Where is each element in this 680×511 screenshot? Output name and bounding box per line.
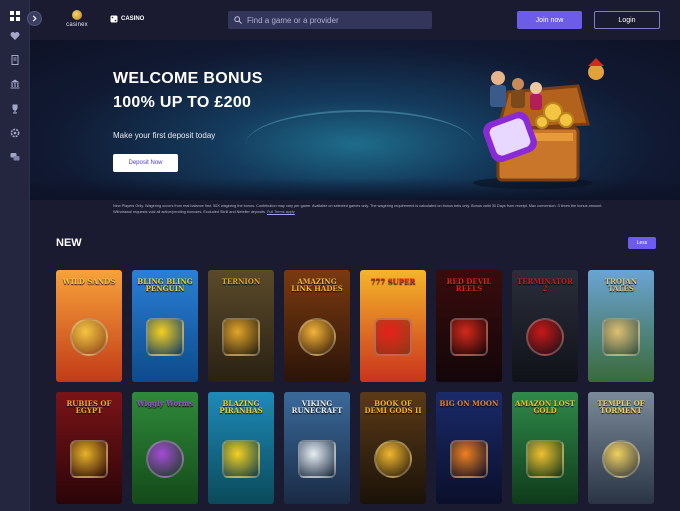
game-title: TEMPLE OF TORMENT: [597, 399, 645, 415]
chat-icon[interactable]: [8, 151, 22, 163]
game-tile[interactable]: Wiggly Worms: [132, 392, 198, 504]
top-bar: casinex CASINO Join now Login: [30, 0, 680, 40]
game-artwork: [450, 440, 488, 478]
game-artwork: [526, 318, 564, 356]
game-title: BIG ON MOON: [439, 399, 499, 408]
game-artwork: [222, 318, 260, 356]
game-tile[interactable]: AMAZON LOST GOLD: [512, 392, 578, 504]
trophy-icon[interactable]: [8, 103, 22, 115]
game-artwork: [602, 440, 640, 478]
full-terms-link[interactable]: Full Terms apply: [267, 210, 295, 214]
game-title: BLING BLING PENGUIN: [137, 277, 193, 293]
new-games-heading: NEW: [56, 237, 82, 249]
game-title: TERMINATOR 2: [517, 277, 573, 293]
game-tile[interactable]: TERMINATOR 2: [512, 270, 578, 382]
game-tile[interactable]: BOOK OF DEMI GODS II: [360, 392, 426, 504]
bank-icon[interactable]: [8, 78, 22, 90]
game-tile[interactable]: BIG ON MOON: [436, 392, 502, 504]
banner-arch-decoration: [245, 110, 475, 180]
game-tile[interactable]: BLAZING PIRANHAS: [208, 392, 274, 504]
game-tile[interactable]: TEMPLE OF TORMENT: [588, 392, 654, 504]
brand-logo[interactable]: casinex: [60, 10, 94, 32]
grid-icon[interactable]: [8, 10, 22, 22]
casino-nav-label: CASINO: [121, 16, 145, 22]
game-artwork: [374, 440, 412, 478]
welcome-bonus-banner: WELCOME BONUS 100% UP TO £200 Make your …: [30, 40, 680, 200]
game-tile[interactable]: AMAZING LINK HADES: [284, 270, 350, 382]
banner-offer: 100% UP TO £200: [113, 94, 252, 111]
game-title: BLAZING PIRANHAS: [219, 399, 263, 415]
game-title: Wiggly Worms: [136, 399, 194, 408]
game-artwork: [70, 318, 108, 356]
game-artwork: [602, 318, 640, 356]
terms-text: New Players Only. Wagering occurs from r…: [113, 204, 603, 214]
banner-title: WELCOME BONUS: [113, 70, 263, 87]
bonus-terms: New Players Only. Wagering occurs from r…: [113, 203, 605, 215]
game-artwork: [374, 318, 412, 356]
game-artwork: [70, 440, 108, 478]
game-title: AMAZING LINK HADES: [291, 277, 343, 293]
casino-nav-link[interactable]: CASINO: [110, 15, 144, 23]
game-artwork: [146, 318, 184, 356]
search-bar[interactable]: [228, 11, 432, 29]
search-input[interactable]: [247, 15, 427, 25]
game-title: BOOK OF DEMI GODS II: [364, 399, 422, 415]
deposit-now-button[interactable]: Deposit Now: [113, 154, 178, 172]
game-title: VIKING RUNECRAFT: [291, 399, 343, 415]
game-title: TERNION: [221, 277, 261, 286]
game-artwork: [526, 440, 564, 478]
login-button[interactable]: Login: [594, 11, 660, 29]
game-tile[interactable]: RED DEVIL REELS: [436, 270, 502, 382]
sidebar-toggle-button[interactable]: [27, 11, 42, 26]
join-now-button[interactable]: Join now: [517, 11, 582, 29]
game-artwork: [450, 318, 488, 356]
search-icon: [234, 16, 242, 24]
coin-icon: [72, 10, 82, 20]
show-less-button[interactable]: Less: [628, 237, 656, 249]
game-tile[interactable]: RUBIES OF EGYPT: [56, 392, 122, 504]
game-artwork: [146, 440, 184, 478]
game-tile[interactable]: BLING BLING PENGUIN: [132, 270, 198, 382]
game-title: 777 SUPER: [370, 277, 416, 286]
game-tile[interactable]: VIKING RUNECRAFT: [284, 392, 350, 504]
game-tile[interactable]: TROJAN TALES: [588, 270, 654, 382]
document-icon[interactable]: [8, 54, 22, 66]
game-artwork: [222, 440, 260, 478]
settings-icon[interactable]: [8, 127, 22, 139]
game-title: TROJAN TALES: [604, 277, 638, 293]
game-title: WILD SANDS: [62, 277, 116, 286]
brand-name: casinex: [66, 22, 88, 28]
sidebar: [0, 0, 30, 511]
heart-icon[interactable]: [8, 30, 22, 42]
game-title: AMAZON LOST GOLD: [515, 399, 575, 415]
game-title: RED DEVIL REELS: [446, 277, 492, 293]
game-artwork: [298, 318, 336, 356]
treasure-chest-illustration: [473, 58, 604, 189]
banner-subtitle: Make your first deposit today: [113, 131, 216, 140]
chevron-right-icon: [32, 15, 37, 22]
dice-icon: [110, 15, 118, 23]
game-tile[interactable]: WILD SANDS: [56, 270, 122, 382]
game-tile[interactable]: 777 SUPER: [360, 270, 426, 382]
game-tile[interactable]: TERNION: [208, 270, 274, 382]
game-artwork: [298, 440, 336, 478]
game-title: RUBIES OF EGYPT: [66, 399, 112, 415]
